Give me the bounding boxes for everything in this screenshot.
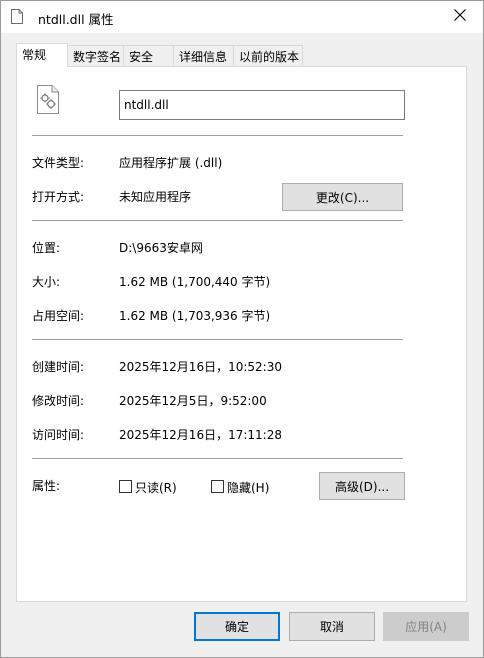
created-label: 创建时间:: [32, 360, 85, 374]
apply-button[interactable]: 应用(A): [383, 612, 469, 641]
size-on-disk-value: 1.62 MB (1,703,936 字节): [119, 309, 271, 323]
tab-label: 安全: [129, 50, 154, 64]
cancel-button[interactable]: 取消: [289, 612, 375, 641]
hidden-checkbox[interactable]: [211, 480, 224, 493]
file-name-input[interactable]: [119, 90, 405, 120]
ok-button[interactable]: 确定: [194, 612, 280, 641]
separator: [32, 458, 403, 459]
cancel-button-label: 取消: [319, 620, 344, 634]
tab-label: 详细信息: [179, 50, 228, 64]
separator: [32, 135, 403, 136]
location-value: D:\9663安卓网: [119, 241, 203, 255]
close-button[interactable]: [437, 1, 483, 32]
hidden-label[interactable]: 隐藏(H): [227, 479, 269, 496]
advanced-button-label: 高级(D)...: [334, 479, 390, 494]
modified-value: 2025年12月5日，9:52:00: [119, 394, 267, 408]
size-value: 1.62 MB (1,700,440 字节): [119, 275, 271, 289]
separator: [32, 220, 403, 221]
size-label: 大小:: [32, 275, 61, 289]
tab-label: 常规: [22, 48, 47, 62]
tab-previous-versions[interactable]: 以前的版本: [233, 45, 303, 65]
file-type-value: 应用程序扩展 (.dll): [119, 156, 223, 170]
accessed-label: 访问时间:: [32, 428, 85, 442]
separator: [32, 339, 403, 340]
file-icon: [11, 9, 23, 24]
change-button[interactable]: 更改(C)...: [282, 183, 403, 211]
opens-with-label: 打开方式:: [32, 190, 85, 204]
tab-label: 以前的版本: [239, 50, 300, 64]
dll-settings-file-icon: [37, 85, 59, 114]
apply-button-label: 应用(A): [405, 620, 447, 634]
close-icon: [454, 9, 466, 24]
tab-general[interactable]: 常规: [16, 43, 68, 67]
tab-digital-signatures[interactable]: 数字签名: [67, 45, 124, 65]
change-button-label: 更改(C)...: [315, 190, 370, 205]
location-label: 位置:: [32, 241, 61, 255]
tab-security[interactable]: 安全: [123, 45, 174, 65]
tab-details[interactable]: 详细信息: [173, 45, 234, 65]
attributes-label: 属性:: [32, 479, 61, 493]
file-type-label: 文件类型:: [32, 156, 85, 170]
created-value: 2025年12月16日，10:52:30: [119, 360, 282, 374]
general-panel: 文件类型: 应用程序扩展 (.dll) 打开方式: 未知应用程序 更改(C)..…: [16, 66, 467, 602]
readonly-label[interactable]: 只读(R): [135, 479, 177, 496]
accessed-value: 2025年12月16日，17:11:28: [119, 428, 282, 442]
tab-label: 数字签名: [73, 50, 122, 64]
modified-label: 修改时间:: [32, 394, 85, 408]
advanced-button[interactable]: 高级(D)...: [319, 472, 405, 500]
title-bar[interactable]: ntdll.dll 属性: [1, 1, 483, 33]
size-on-disk-label: 占用空间:: [32, 309, 85, 323]
opens-with-value: 未知应用程序: [119, 190, 192, 204]
properties-dialog: ntdll.dll 属性 常规 数字签名 安全 详细信息 以前的版本 ntdll…: [0, 0, 484, 658]
ok-button-label: 确定: [224, 620, 249, 634]
readonly-checkbox[interactable]: [119, 480, 132, 493]
window-title: ntdll.dll 属性: [38, 12, 114, 27]
